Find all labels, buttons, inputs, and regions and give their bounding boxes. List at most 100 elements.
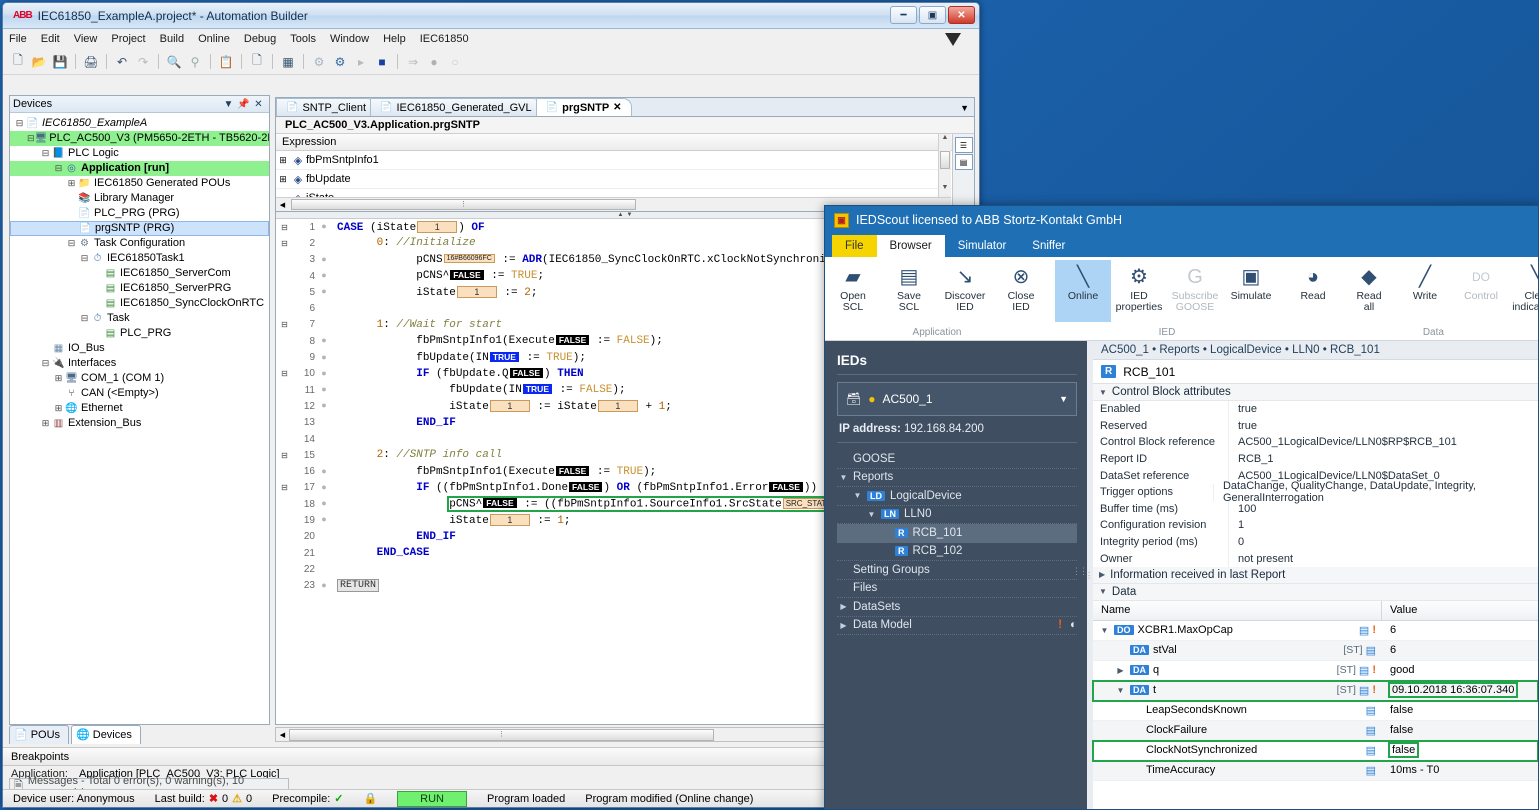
minimize-button[interactable]: ━ <box>890 6 917 24</box>
ribbon-button-write[interactable]: ╱Write <box>1397 260 1453 322</box>
collapse-icon[interactable]: ⊟ <box>276 320 293 329</box>
tree-item-io-bus[interactable]: ▦IO_Bus <box>10 341 269 356</box>
breakpoint-marker-icon[interactable]: ● <box>315 467 333 477</box>
iedscout-tab-file[interactable]: File <box>832 235 877 257</box>
ribbon-button-read-all[interactable]: ◆Readall <box>1341 260 1397 322</box>
tree-item-application-run[interactable]: ⊟◎Application [run] <box>10 161 269 176</box>
stop-icon[interactable]: ■ <box>373 53 391 71</box>
scrollbar-thumb[interactable] <box>940 151 950 169</box>
breakpoint-marker-icon[interactable]: ● <box>315 581 333 591</box>
menu-window[interactable]: Window <box>330 33 369 45</box>
expand-icon[interactable]: ⊞ <box>53 401 64 416</box>
collapse-icon[interactable]: ⊟ <box>53 161 64 176</box>
pin-icon[interactable]: 📌 <box>236 99 251 110</box>
breakpoint-marker-icon[interactable]: ● <box>315 271 333 281</box>
paste-icon[interactable]: 🗋 <box>248 53 266 71</box>
watch-table-view-icon[interactable]: ▤ <box>955 154 973 170</box>
breakpoint-marker-icon[interactable]: ● <box>315 499 333 509</box>
breakpoint-marker-icon[interactable]: ● <box>315 255 333 265</box>
tree-item-iec61850task1[interactable]: ⊟⏱IEC61850Task1 <box>10 251 269 266</box>
ribbon-button-simulate[interactable]: ▣Simulate <box>1223 260 1279 322</box>
collapse-icon[interactable]: ⊟ <box>276 483 293 492</box>
collapse-icon[interactable]: ⊟ <box>40 356 51 371</box>
copy-icon[interactable]: 📋 <box>217 53 235 71</box>
ribbon-button-read[interactable]: ◕Read <box>1285 260 1341 322</box>
tree-item-iec61850-servercom[interactable]: ▤IEC61850_ServerCom <box>10 266 269 281</box>
collapse-icon[interactable]: ⊟ <box>276 239 293 248</box>
tree-item-task-configuration[interactable]: ⊟⚙Task Configuration <box>10 236 269 251</box>
tree-item-interfaces[interactable]: ⊟🔌Interfaces <box>10 356 269 371</box>
data-row[interactable]: ClockNotSynchronized▤false <box>1093 741 1538 761</box>
control-block-attributes-section[interactable]: ▼ Control Block attributes <box>1093 384 1538 401</box>
close-icon[interactable]: ✕ <box>251 99 266 110</box>
data-row[interactable]: TimeAccuracy▤10ms - T0 <box>1093 761 1538 781</box>
step-over-icon[interactable]: ⇒ <box>404 53 422 71</box>
tree-item-library-manager[interactable]: 📚Library Manager <box>10 191 269 206</box>
tree-item-plc-prg[interactable]: ▤PLC_PRG <box>10 326 269 341</box>
chevron-right-icon[interactable]: ▶ <box>839 621 848 630</box>
editor-tab-iec61850-generated-gvl[interactable]: 📄IEC61850_Generated_GVL <box>370 98 542 116</box>
data-row[interactable]: ▼DAt[ST]▤!09.10.2018 16:36:07.340 <box>1093 681 1538 701</box>
ied-tree-item-lln0[interactable]: ▼LNLLN0 <box>837 506 1077 525</box>
tree-item-iec61850-serverprg[interactable]: ▤IEC61850_ServerPRG <box>10 281 269 296</box>
collapse-icon[interactable]: ⊟ <box>276 451 293 460</box>
find-icon[interactable]: 🔍 <box>165 53 183 71</box>
data-row[interactable]: ClockFailure▤false <box>1093 721 1538 741</box>
ied-tree-item-goose[interactable]: GOOSE <box>837 450 1077 469</box>
ied-tree-item-setting-groups[interactable]: Setting Groups <box>837 561 1077 580</box>
data-section[interactable]: ▼ Data <box>1093 584 1538 601</box>
menu-tools[interactable]: Tools <box>290 33 316 45</box>
collapse-icon[interactable]: ⊟ <box>66 236 77 251</box>
ied-tree-item-rcb-102[interactable]: RRCB_102 <box>837 543 1077 562</box>
watch-row[interactable]: ⊞◈fbPmSntpInfo1 <box>276 151 974 170</box>
data-row[interactable]: ▶DAq[ST]▤!good <box>1093 661 1538 681</box>
tree-item-prgsntp-prg[interactable]: 📄prgSNTP (PRG) <box>10 221 269 236</box>
start-icon[interactable]: ▸ <box>352 53 370 71</box>
editor-tabs-chevron-down-icon[interactable]: ▼ <box>960 103 969 113</box>
breakpoint-marker-icon[interactable]: ● <box>315 369 333 379</box>
menu-file[interactable]: File <box>9 33 27 45</box>
expand-icon[interactable]: ⊞ <box>40 416 51 431</box>
chevron-down-icon[interactable]: ▼ <box>1099 626 1110 635</box>
close-tab-icon[interactable]: ✕ <box>613 102 621 113</box>
build-icon[interactable]: ▦ <box>279 53 297 71</box>
save-icon[interactable]: 💾 <box>51 53 69 71</box>
chevron-down-icon[interactable]: ▼ <box>867 510 876 519</box>
expand-icon[interactable]: ⊞ <box>66 176 77 191</box>
collapse-icon[interactable]: ⊟ <box>276 369 293 378</box>
breakpoint-marker-icon[interactable]: ● <box>315 287 333 297</box>
editor-tab-prgsntp[interactable]: 📄prgSNTP✕ <box>536 98 632 116</box>
logout-icon[interactable]: ⚙ <box>331 53 349 71</box>
scroll-down-arrow-icon[interactable]: ▼ <box>939 184 951 197</box>
chevron-down-icon[interactable]: ▼ <box>221 99 236 110</box>
breakpoint-marker-icon[interactable]: ● <box>315 222 333 232</box>
tree-item-com-1-com-1[interactable]: ⊞🖥COM_1 (COM 1) <box>10 371 269 386</box>
panel-resize-grip[interactable]: ⋮⋮ <box>1072 566 1086 577</box>
chevron-right-icon[interactable]: ▶ <box>1115 666 1126 675</box>
scrollbar-thumb[interactable]: ⋮ <box>289 729 714 741</box>
expand-icon[interactable]: ⊞ <box>276 174 290 185</box>
breakpoint-marker-icon[interactable]: ● <box>315 483 333 493</box>
collapse-icon[interactable]: ⊟ <box>79 311 90 326</box>
breakpoint-marker-icon[interactable]: ● <box>315 515 333 525</box>
collapse-icon[interactable]: ⊟ <box>40 146 51 161</box>
ribbon-button-close-ied[interactable]: ⊗CloseIED <box>993 260 1049 322</box>
splitter-down-icon[interactable]: ▼ <box>627 212 633 218</box>
scroll-left-arrow-icon[interactable]: ◀ <box>276 731 289 739</box>
ribbon-button-save-scl[interactable]: ▤SaveSCL <box>881 260 937 322</box>
ied-tree-item-rcb-101[interactable]: RRCB_101 <box>837 524 1077 543</box>
tree-item-ethernet[interactable]: ⊞🌐Ethernet <box>10 401 269 416</box>
expand-icon[interactable]: ⊞ <box>53 371 64 386</box>
watch-list-view-icon[interactable]: ☰ <box>955 137 973 153</box>
tree-item-extension-bus[interactable]: ⊞▥Extension_Bus <box>10 416 269 431</box>
ied-tree-item-reports[interactable]: ▼Reports <box>837 469 1077 488</box>
tree-item-iec61850-generated-pous[interactable]: ⊞📁IEC61850 Generated POUs <box>10 176 269 191</box>
ribbon-button-discover-ied[interactable]: ↘DiscoverIED <box>937 260 993 322</box>
scrollbar-thumb[interactable]: ⋮ <box>291 199 636 210</box>
scroll-left-arrow-icon[interactable]: ◀ <box>276 201 289 209</box>
redo-icon[interactable]: ↷ <box>134 53 152 71</box>
menu-online[interactable]: Online <box>198 33 230 45</box>
tree-item-plc-prg-prg[interactable]: 📄PLC_PRG (PRG) <box>10 206 269 221</box>
ribbon-button-open-scl[interactable]: ▰OpenSCL <box>825 260 881 322</box>
undo-icon[interactable]: ↶ <box>113 53 131 71</box>
